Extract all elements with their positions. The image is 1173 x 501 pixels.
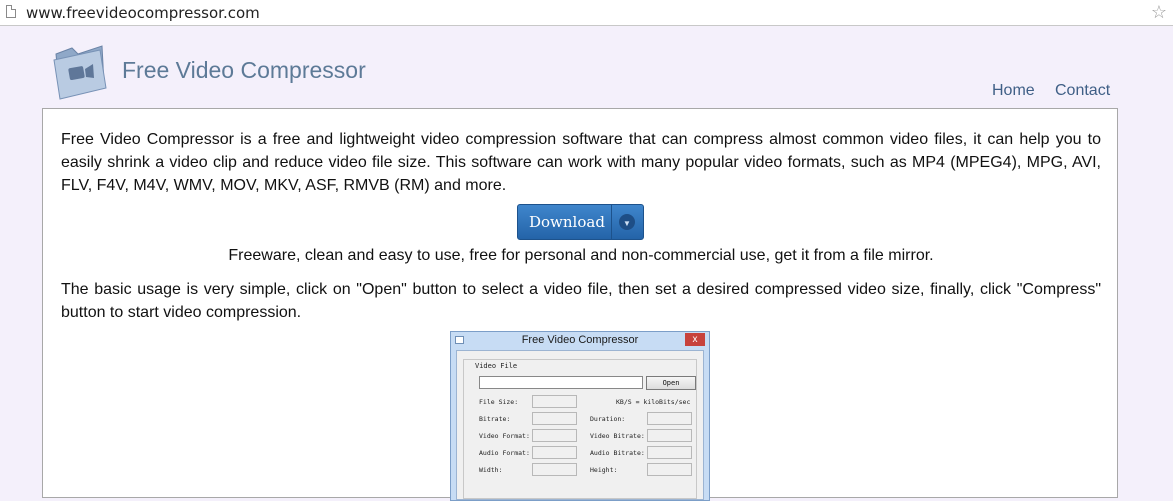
intro-paragraph: Free Video Compressor is a free and ligh… <box>61 131 1101 194</box>
download-button[interactable]: Download ▼ <box>517 204 644 240</box>
button-divider <box>611 205 612 239</box>
width-field <box>532 463 577 476</box>
file-size-field <box>532 395 577 408</box>
window-titlebar: Free Video Compressor x <box>451 332 709 350</box>
video-format-label: Video Format: <box>479 432 530 440</box>
video-bitrate-label: Video Bitrate: <box>590 432 645 440</box>
nav-home-link[interactable]: Home <box>992 82 1035 100</box>
bitrate-label: Bitrate: <box>479 415 511 423</box>
bitrate-field <box>532 412 577 425</box>
app-screenshot: Free Video Compressor x Video File Open … <box>450 331 710 501</box>
video-file-group: Video File Open File Size: KB/S = kiloBi… <box>463 359 697 499</box>
nav-contact-link[interactable]: Contact <box>1055 82 1110 100</box>
height-label: Height: <box>590 466 618 474</box>
address-bar: www.freevideocompressor.com ☆ <box>0 0 1173 26</box>
chevron-down-icon[interactable]: ▼ <box>619 214 635 230</box>
download-label: Download <box>529 213 605 231</box>
duration-field <box>647 412 692 425</box>
window-title: Free Video Compressor <box>521 334 639 346</box>
freeware-note: Freeware, clean and easy to use, free fo… <box>228 247 934 264</box>
group-label: Video File <box>474 362 519 370</box>
usage-paragraph: The basic usage is very simple, click on… <box>61 281 1101 321</box>
duration-label: Duration: <box>590 415 626 423</box>
file-size-label: File Size: <box>479 398 519 406</box>
site-title[interactable]: Free Video Compressor <box>122 57 366 84</box>
file-path-field <box>479 376 643 389</box>
open-button: Open <box>646 376 696 390</box>
content-panel: Free Video Compressor is a free and ligh… <box>42 108 1118 501</box>
kbs-note: KB/S = kiloBits/sec <box>616 398 691 406</box>
window-body: Video File Open File Size: KB/S = kiloBi… <box>456 350 704 500</box>
audio-bitrate-field <box>647 446 692 459</box>
audio-bitrate-label: Audio Bitrate: <box>590 449 645 457</box>
height-field <box>647 463 692 476</box>
video-format-field <box>532 429 577 442</box>
star-icon[interactable]: ☆ <box>1151 2 1167 22</box>
video-folder-icon <box>52 42 108 100</box>
url-text[interactable]: www.freevideocompressor.com <box>26 4 260 22</box>
width-label: Width: <box>479 466 503 474</box>
audio-format-field <box>532 446 577 459</box>
video-bitrate-field <box>647 429 692 442</box>
page-icon <box>6 5 16 18</box>
audio-format-label: Audio Format: <box>479 449 530 457</box>
close-icon: x <box>685 333 705 346</box>
